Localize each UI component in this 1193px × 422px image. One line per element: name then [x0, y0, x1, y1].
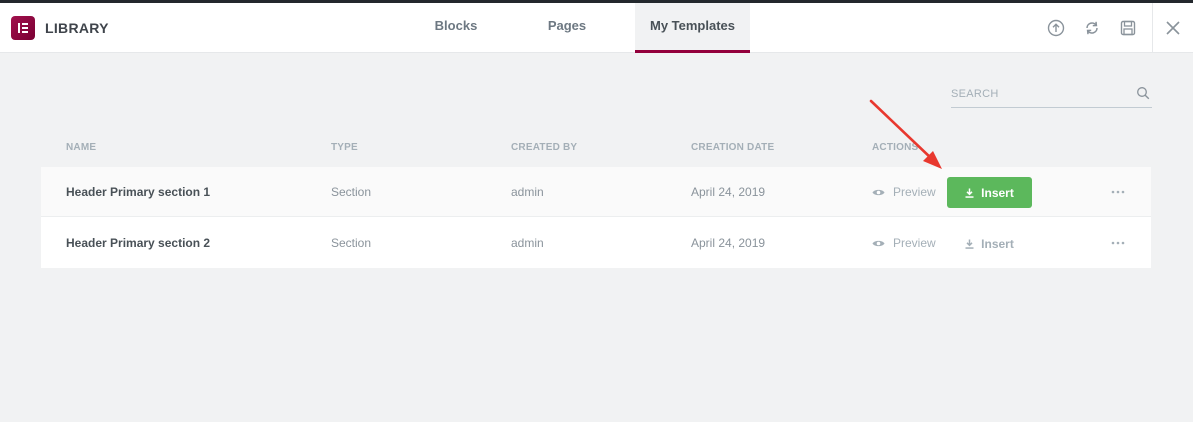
annotation-arrow-icon — [869, 99, 942, 169]
library-header: LIBRARY Blocks Pages My Templates — [0, 3, 1193, 53]
library-brand: LIBRARY — [11, 16, 109, 40]
more-options-icon[interactable] — [1107, 218, 1129, 268]
template-author: admin — [511, 185, 544, 199]
library-tabs: Blocks Pages My Templates — [413, 3, 750, 53]
column-header-type[interactable]: TYPE — [331, 142, 358, 153]
save-icon[interactable] — [1110, 3, 1146, 53]
tab-pages[interactable]: Pages — [499, 3, 635, 53]
sync-icon[interactable] — [1074, 3, 1110, 53]
close-icon[interactable] — [1153, 3, 1193, 53]
insert-button[interactable]: Insert — [947, 228, 1032, 259]
template-author: admin — [511, 236, 544, 250]
column-headers: NAME TYPE CREATED BY CREATION DATE ACTIO… — [41, 142, 1151, 154]
template-name: Header Primary section 2 — [66, 236, 211, 250]
insert-label: Insert — [981, 236, 1014, 251]
table-row: Header Primary section 1 Section admin A… — [41, 167, 1151, 217]
download-icon — [965, 188, 974, 198]
column-header-creation-date[interactable]: CREATION DATE — [691, 142, 774, 153]
template-date: April 24, 2019 — [691, 236, 766, 250]
upload-icon[interactable] — [1038, 3, 1074, 53]
template-type: Section — [331, 185, 372, 199]
template-date: April 24, 2019 — [691, 185, 766, 199]
insert-label: Insert — [981, 185, 1014, 200]
templates-table: Header Primary section 1 Section admin A… — [41, 167, 1151, 268]
eye-icon — [872, 189, 885, 195]
tab-blocks[interactable]: Blocks — [413, 3, 499, 53]
elementor-logo-icon — [11, 16, 35, 40]
eye-icon — [872, 240, 885, 246]
search-box — [951, 82, 1152, 108]
preview-button[interactable]: Preview — [872, 218, 936, 268]
download-icon — [965, 239, 974, 249]
tab-my-templates[interactable]: My Templates — [635, 3, 750, 53]
search-icon[interactable] — [1136, 86, 1150, 105]
column-header-created-by[interactable]: CREATED BY — [511, 142, 577, 153]
template-type: Section — [331, 236, 372, 250]
column-header-name[interactable]: NAME — [66, 142, 96, 153]
preview-label: Preview — [893, 236, 936, 250]
header-actions — [1038, 3, 1193, 53]
template-name: Header Primary section 1 — [66, 185, 211, 199]
library-title: LIBRARY — [45, 20, 109, 36]
table-row: Header Primary section 2 Section admin A… — [41, 218, 1151, 268]
search-input[interactable] — [951, 82, 1131, 106]
insert-button[interactable]: Insert — [947, 177, 1032, 208]
more-options-icon[interactable] — [1107, 167, 1129, 217]
